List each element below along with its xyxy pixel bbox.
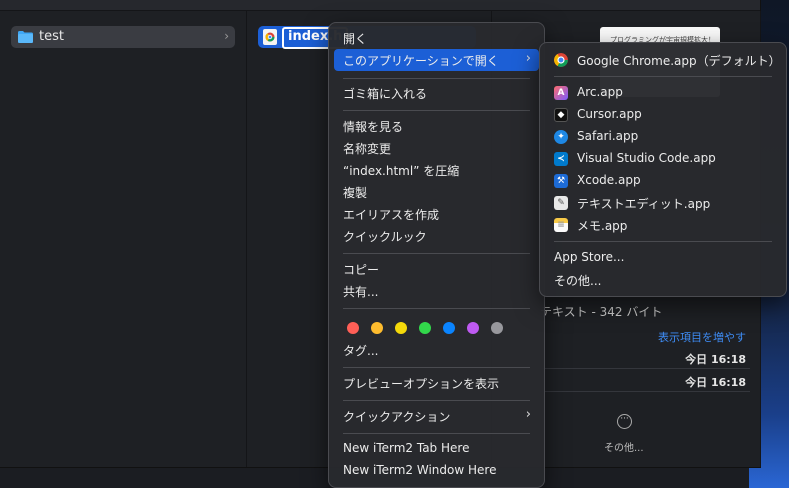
created-date: 今日 16:18 bbox=[685, 353, 746, 366]
menu-item-duplicate[interactable]: 複製 bbox=[334, 181, 539, 203]
open-with-submenu: Google Chrome.app（デフォルト） A Arc.app ◆ Cur… bbox=[539, 42, 787, 297]
tag-color-orange[interactable] bbox=[371, 322, 383, 334]
menu-item-rename[interactable]: 名称変更 bbox=[334, 137, 539, 159]
arc-icon: A bbox=[554, 86, 568, 100]
tag-color-gray[interactable] bbox=[491, 322, 503, 334]
submenu-item-other[interactable]: その他... bbox=[545, 269, 781, 291]
textedit-icon: ✎ bbox=[554, 196, 568, 210]
folder-label: test bbox=[39, 29, 64, 44]
submenu-item-label: Cursor.app bbox=[577, 107, 642, 121]
menu-item-label: コピー bbox=[343, 263, 380, 277]
submenu-item-label: その他... bbox=[554, 274, 602, 288]
menu-item-label: 情報を見る bbox=[343, 120, 404, 134]
submenu-item-safari[interactable]: ✦ Safari.app bbox=[545, 126, 781, 148]
menu-separator bbox=[343, 110, 530, 111]
menu-item-preview-options[interactable]: プレビューオプションを表示 bbox=[334, 372, 539, 394]
submenu-item-vscode[interactable]: ≺ Visual Studio Code.app bbox=[545, 148, 781, 170]
menu-item-iterm-window[interactable]: New iTerm2 Window Here bbox=[334, 460, 539, 482]
menu-item-tags[interactable]: タグ... bbox=[334, 339, 539, 361]
submenu-item-label: テキストエディット.app bbox=[577, 197, 711, 211]
xcode-icon: ⚒ bbox=[554, 174, 568, 188]
menu-item-label: このアプリケーションで開く bbox=[343, 54, 499, 68]
submenu-item-xcode[interactable]: ⚒ Xcode.app bbox=[545, 170, 781, 192]
menu-item-label: エイリアスを作成 bbox=[343, 208, 440, 222]
modified-date: 今日 16:18 bbox=[685, 376, 746, 389]
tag-color-purple[interactable] bbox=[467, 322, 479, 334]
menu-item-open-with[interactable]: このアプリケーションで開く › bbox=[334, 49, 539, 71]
menu-item-get-info[interactable]: 情報を見る bbox=[334, 115, 539, 137]
show-more-link[interactable]: 表示項目を増やす bbox=[658, 329, 746, 345]
submenu-item-label: メモ.app bbox=[577, 219, 628, 233]
context-menu: 開く このアプリケーションで開く › ゴミ箱に入れる 情報を見る 名称変更 “i… bbox=[328, 22, 545, 488]
menu-item-iterm-tab[interactable]: New iTerm2 Tab Here bbox=[334, 438, 539, 460]
menu-item-make-alias[interactable]: エイリアスを作成 bbox=[334, 203, 539, 225]
tag-color-blue[interactable] bbox=[443, 322, 455, 334]
more-label[interactable]: その他... bbox=[604, 439, 644, 454]
tag-color-yellow[interactable] bbox=[395, 322, 407, 334]
menu-item-open[interactable]: 開く bbox=[334, 27, 539, 49]
chrome-icon bbox=[554, 53, 568, 67]
menu-item-label: プレビューオプションを表示 bbox=[343, 377, 500, 391]
menu-item-label: “index.html” を圧縮 bbox=[343, 164, 460, 178]
menu-item-label: クイックルック bbox=[343, 230, 427, 244]
folder-icon bbox=[18, 31, 33, 43]
file-kind-size: テキスト - 342 バイト bbox=[540, 305, 663, 319]
divider bbox=[540, 391, 750, 392]
submenu-item-app-store[interactable]: App Store... bbox=[545, 247, 781, 269]
submenu-item-label: Arc.app bbox=[577, 85, 623, 99]
menu-item-label: New iTerm2 Window Here bbox=[343, 463, 497, 477]
submenu-item-cursor[interactable]: ◆ Cursor.app bbox=[545, 104, 781, 126]
menu-item-label: タグ... bbox=[343, 344, 379, 358]
submenu-item-label: Visual Studio Code.app bbox=[577, 151, 716, 165]
html-file-icon bbox=[263, 29, 277, 45]
menu-item-quick-actions[interactable]: クイックアクション › bbox=[334, 405, 539, 427]
menu-separator bbox=[343, 367, 530, 368]
notes-icon: ≡ bbox=[554, 218, 568, 232]
chevron-right-icon: › bbox=[525, 407, 531, 422]
vscode-icon: ≺ bbox=[554, 152, 568, 166]
submenu-item-textedit[interactable]: ✎ テキストエディット.app bbox=[545, 192, 781, 214]
column-1: test › bbox=[0, 11, 247, 467]
submenu-item-label: Xcode.app bbox=[577, 173, 641, 187]
menu-item-label: 開く bbox=[343, 32, 368, 46]
submenu-item-label: App Store... bbox=[554, 250, 625, 264]
menu-separator bbox=[343, 308, 530, 309]
tag-color-green[interactable] bbox=[419, 322, 431, 334]
menu-item-copy[interactable]: コピー bbox=[334, 258, 539, 280]
submenu-item-label: Safari.app bbox=[577, 129, 639, 143]
divider bbox=[540, 368, 750, 369]
menu-item-label: クイックアクション bbox=[343, 410, 451, 424]
submenu-item-arc[interactable]: A Arc.app bbox=[545, 82, 781, 104]
menu-item-label: 名称変更 bbox=[343, 142, 392, 156]
menu-separator bbox=[343, 400, 530, 401]
menu-item-share[interactable]: 共有... bbox=[334, 280, 539, 302]
submenu-item-label: Google Chrome.app（デフォルト） bbox=[577, 54, 781, 68]
toolbar bbox=[0, 0, 760, 11]
menu-item-compress[interactable]: “index.html” を圧縮 bbox=[334, 159, 539, 181]
more-icon[interactable]: ··· bbox=[617, 414, 632, 429]
menu-item-quick-look[interactable]: クイックルック bbox=[334, 225, 539, 247]
menu-separator bbox=[343, 253, 530, 254]
chevron-right-icon: › bbox=[224, 29, 229, 43]
safari-icon: ✦ bbox=[554, 130, 568, 144]
submenu-item-chrome[interactable]: Google Chrome.app（デフォルト） bbox=[545, 49, 781, 71]
menu-item-label: New iTerm2 Tab Here bbox=[343, 441, 470, 455]
menu-item-label: ゴミ箱に入れる bbox=[343, 87, 428, 101]
menu-separator bbox=[343, 78, 530, 79]
menu-item-label: 共有... bbox=[343, 285, 379, 299]
menu-separator bbox=[554, 76, 772, 77]
chevron-right-icon: › bbox=[525, 51, 531, 66]
tag-color-red[interactable] bbox=[347, 322, 359, 334]
menu-item-label: 複製 bbox=[343, 186, 368, 200]
menu-separator bbox=[343, 433, 530, 434]
menu-item-trash[interactable]: ゴミ箱に入れる bbox=[334, 82, 539, 104]
folder-row-test[interactable]: test › bbox=[11, 26, 235, 48]
tag-colors bbox=[347, 319, 515, 338]
submenu-item-notes[interactable]: ≡ メモ.app bbox=[545, 214, 781, 236]
cursor-icon: ◆ bbox=[554, 108, 568, 122]
menu-separator bbox=[554, 241, 772, 242]
